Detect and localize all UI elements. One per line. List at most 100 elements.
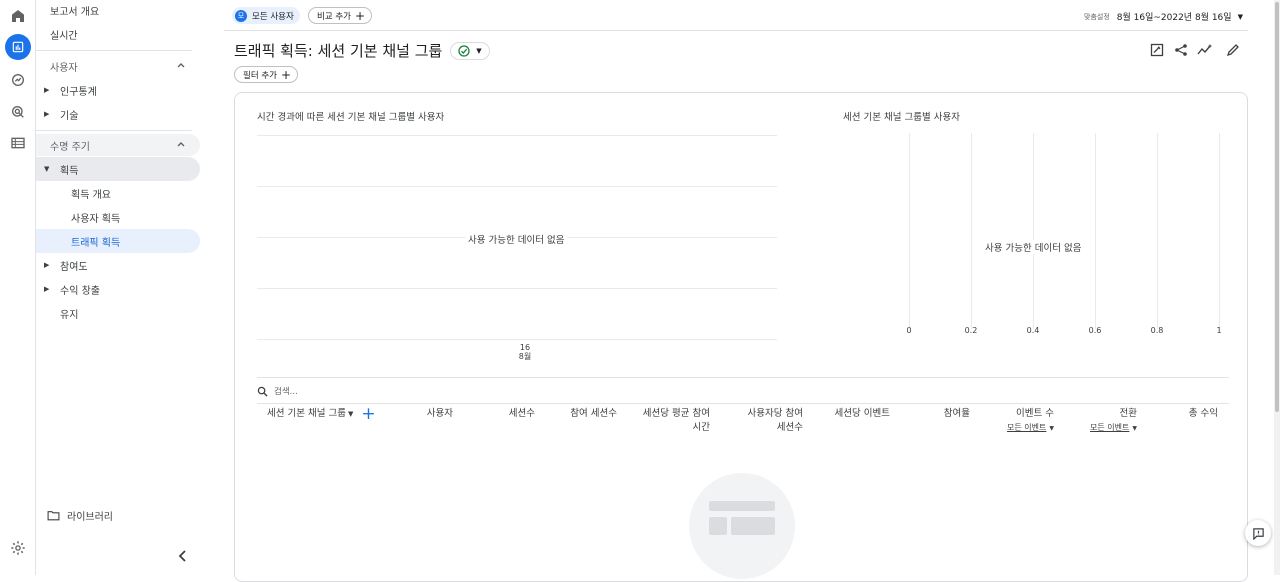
event-filter-dropdown[interactable]: 모든 이벤트 [1007, 423, 1046, 432]
column-header-avg-engagement[interactable]: 세션당 평균 참여시간 [625, 407, 710, 435]
column-header-engagement-rate[interactable]: 참여율 [915, 407, 970, 421]
empty-table-illustration [689, 473, 795, 579]
divider [36, 130, 192, 131]
caret-down-icon: ▼ [44, 165, 50, 173]
nav-rail [0, 0, 36, 575]
sidebar-item-label: 획득 개요 [71, 189, 111, 201]
column-label: 세션 기본 채널 그룹 [267, 408, 346, 419]
gridline [909, 133, 910, 329]
sidebar-item-label: 라이브러리 [67, 511, 113, 523]
sidebar-item-library[interactable]: 라이브러리 [36, 503, 200, 527]
column-header-total-revenue[interactable]: 총 수익 [1150, 407, 1218, 421]
sidebar-item-label: 유지 [60, 309, 79, 321]
edit-icon[interactable] [1226, 42, 1240, 61]
settings-icon[interactable] [8, 538, 28, 558]
column-header-conversions[interactable]: 전환 모든 이벤트 ▼ [1063, 407, 1137, 436]
feedback-button[interactable] [1245, 520, 1271, 546]
home-icon[interactable] [8, 6, 28, 26]
sidebar-item-acquisition[interactable]: ▼ 획득 [36, 157, 200, 181]
segment-label: 모든 사용자 [252, 11, 294, 22]
sidebar-item-label: 획득 [60, 165, 79, 177]
scrollbar-thumb[interactable] [1275, 2, 1279, 412]
gridline [1095, 133, 1096, 329]
explore-icon[interactable] [8, 70, 28, 90]
page-scrollbar[interactable] [1274, 0, 1280, 575]
sidebar-item-user-acquisition[interactable]: 사용자 획득 [36, 205, 200, 229]
line-chart-no-data: 사용 가능한 데이터 없음 [465, 232, 568, 246]
dropdown-arrow-icon: ▼ [1132, 425, 1137, 432]
x-tick-label: 0.2 [964, 326, 978, 335]
header-divider [224, 30, 1248, 31]
add-comparison-button[interactable]: 비교 추가 + [308, 7, 373, 24]
sidebar-item-realtime[interactable]: 실시간 [36, 22, 200, 46]
column-label: 시간 [692, 422, 710, 433]
x-tick-label: 0 [906, 326, 912, 335]
sidebar-section-user[interactable]: 사용자 [36, 55, 200, 77]
sidebar-item-acq-overview[interactable]: 획득 개요 [36, 181, 200, 205]
customize-report-icon[interactable] [1150, 42, 1164, 61]
sidebar-section-lifecycle[interactable]: 수명 주기 [36, 134, 200, 156]
gridline [971, 133, 972, 329]
x-tick-label: 0.8 [1150, 326, 1164, 335]
column-header-event-count[interactable]: 이벤트 수 모든 이벤트 ▼ [980, 407, 1054, 436]
section-label: 사용자 [50, 62, 78, 74]
dropdown-arrow-icon: ▼ [476, 47, 482, 55]
caret-right-icon: ▶ [44, 261, 50, 269]
date-range: 8월 16일~2022년 8월 16일 [1116, 13, 1232, 23]
caret-right-icon: ▶ [44, 285, 50, 293]
gridline [257, 135, 777, 136]
sidebar-item-monetization[interactable]: ▶ 수익 창출 [36, 277, 200, 301]
gridline [257, 288, 777, 289]
share-icon[interactable] [1174, 42, 1188, 61]
date-range-picker[interactable]: 맞춤설정 8월 16일~2022년 8월 16일 ▼ [1084, 10, 1243, 24]
conversion-filter-dropdown[interactable]: 모든 이벤트 [1090, 423, 1129, 432]
divider [257, 403, 1229, 404]
report-status-button[interactable]: ▼ [450, 42, 490, 60]
page-title: 트래픽 획득: 세션 기본 채널 그룹 [234, 42, 443, 60]
bar-chart-title: 세션 기본 채널 그룹별 사용자 [843, 112, 960, 123]
collapse-sidebar-icon[interactable] [176, 548, 190, 562]
x-tick-label: 0.4 [1026, 326, 1040, 335]
sidebar-item-traffic-acquisition[interactable]: 트래픽 획득 [36, 229, 200, 253]
segment-chip[interactable]: 모 모든 사용자 [232, 7, 300, 24]
bar-chart-no-data: 사용 가능한 데이터 없음 [982, 240, 1085, 254]
dimension-column-header[interactable]: 세션 기본 채널 그룹 ▼ + [267, 406, 376, 423]
column-label: 총 수익 [1188, 408, 1218, 419]
sidebar-item-label: 트래픽 획득 [71, 237, 121, 249]
sidebar-item-retention[interactable]: 유지 [36, 301, 200, 325]
sidebar-item-report-overview[interactable]: 보고서 개요 [36, 0, 200, 22]
insights-icon[interactable] [1197, 42, 1213, 61]
feedback-icon [1252, 527, 1265, 540]
column-label: 세션당 평균 참여 [642, 408, 710, 419]
caret-right-icon: ▶ [44, 86, 50, 94]
x-tick-label: 1 [1216, 326, 1222, 335]
column-header-events-per-session[interactable]: 세션당 이벤트 [815, 407, 890, 421]
column-label: 사용자 [426, 408, 453, 419]
reports-icon[interactable] [5, 34, 31, 60]
column-header-engaged-per-user[interactable]: 사용자당 참여 세션수 [715, 407, 803, 435]
sidebar-item-engagement[interactable]: ▶ 참여도 [36, 253, 200, 277]
sidebar-item-label: 기술 [60, 110, 79, 122]
column-label: 세션당 이벤트 [834, 408, 890, 419]
sidebar-item-demographics[interactable]: ▶ 인구통계 [36, 78, 200, 102]
chevron-up-icon [176, 60, 186, 73]
search-input[interactable]: 검색... [274, 385, 298, 397]
gridline [1033, 133, 1034, 329]
column-header-sessions[interactable]: 세션수 [475, 407, 535, 421]
configure-icon[interactable] [8, 133, 28, 153]
plus-icon: + [354, 8, 366, 23]
table-search[interactable]: 검색... [257, 385, 298, 397]
main-content: 모 모든 사용자 비교 추가 + 맞춤설정 8월 16일~2022년 8월 16… [224, 0, 1274, 582]
add-filter-button[interactable]: 필터 추가 + [234, 66, 299, 83]
add-dimension-icon[interactable]: + [361, 406, 375, 423]
sidebar-item-tech[interactable]: ▶ 기술 [36, 102, 200, 126]
dropdown-arrow-icon: ▼ [1049, 425, 1054, 432]
advertising-icon[interactable] [8, 102, 28, 122]
sidebar-item-label: 수익 창출 [60, 285, 100, 297]
chevron-up-icon [176, 139, 186, 152]
column-header-users[interactable]: 사용자 [395, 407, 453, 421]
column-label: 이벤트 수 [1016, 408, 1054, 419]
column-header-engaged-sessions[interactable]: 참여 세션수 [545, 407, 617, 421]
column-label: 전환 [1119, 408, 1137, 419]
column-label: 세션수 [776, 422, 803, 433]
